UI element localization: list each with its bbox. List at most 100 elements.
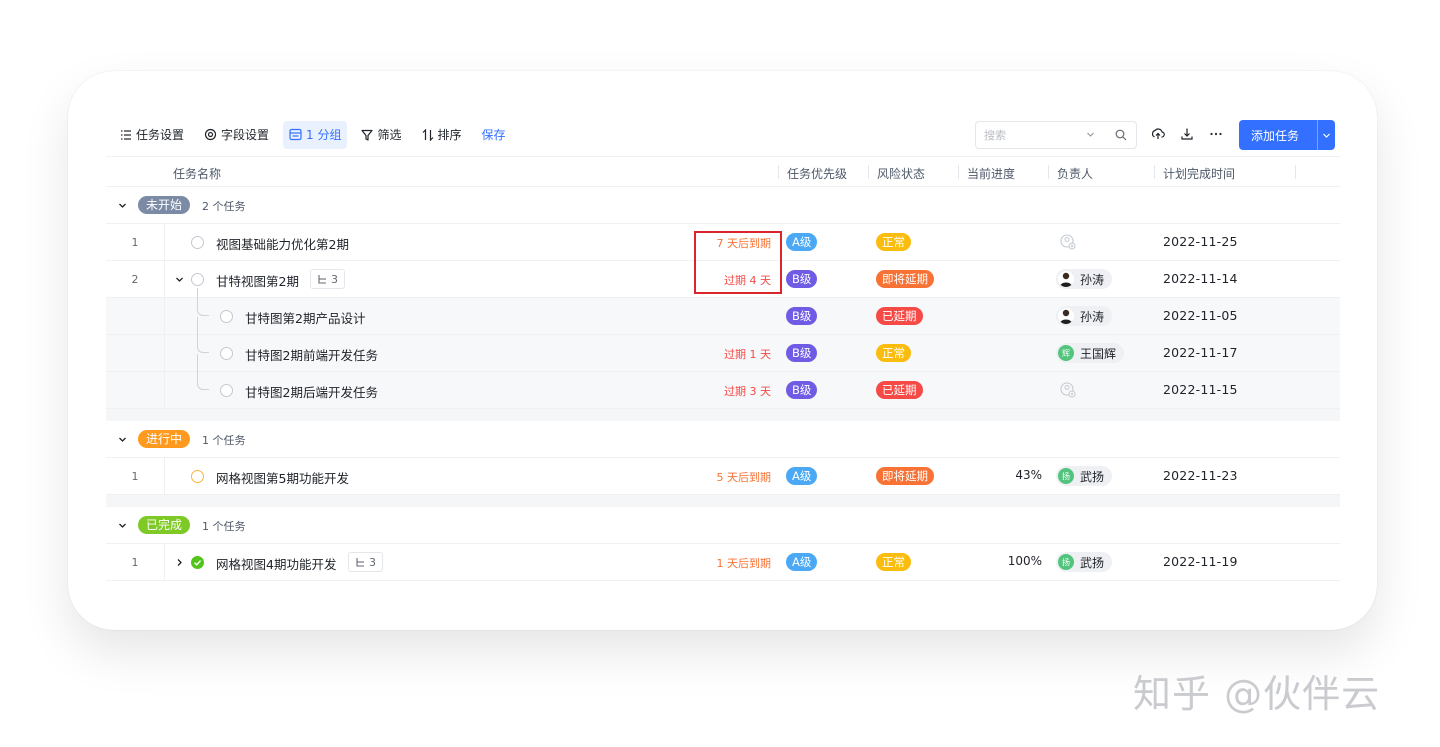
task-name[interactable]: 甘特图2期前端开发任务 (245, 345, 378, 364)
owner-chip[interactable]: 孙涛 (1056, 269, 1113, 289)
chevron-down-icon[interactable] (1086, 130, 1095, 139)
subtask-count[interactable]: 3 (348, 552, 383, 572)
assign-owner-icon[interactable] (1060, 234, 1076, 250)
status-circle-icon[interactable] (191, 273, 204, 286)
status-circle-icon[interactable] (191, 236, 204, 249)
task-name[interactable]: 视图基础能力优化第2期 (216, 234, 349, 253)
priority-badge[interactable]: B级 (786, 307, 818, 325)
gear-icon (204, 128, 217, 141)
group-header-completed[interactable]: 已完成 1 个任务 (106, 507, 1340, 544)
search-icon[interactable] (1115, 129, 1127, 141)
table-row[interactable]: 1 网格视图第5期功能开发 5 天后到期 A级 即将延期 43% 扬 武扬 20… (106, 458, 1340, 495)
group-header-in-progress[interactable]: 进行中 1 个任务 (106, 421, 1340, 458)
task-name[interactable]: 甘特图第2期产品设计 (245, 308, 365, 327)
task-table-view: 任务设置 字段设置 1 分组 筛选 排序 保存 搜索 添加任务 任务名称 任务优… (106, 113, 1340, 588)
risk-badge[interactable]: 已延期 (876, 381, 923, 399)
status-circle-icon[interactable] (220, 347, 233, 360)
owner-chip[interactable]: 辉 王国辉 (1056, 343, 1125, 363)
task-settings-button[interactable]: 任务设置 (114, 121, 190, 149)
priority-badge[interactable]: A级 (786, 233, 818, 251)
search-input[interactable]: 搜索 (975, 121, 1137, 149)
row-index: 1 (106, 224, 165, 260)
subtask-count-value: 3 (369, 555, 376, 569)
due-hint: 过期 3 天 (724, 385, 771, 398)
risk-badge[interactable]: 即将延期 (876, 467, 934, 485)
group-count: 2 个任务 (202, 200, 246, 213)
more-icon[interactable] (1209, 127, 1223, 141)
table-row[interactable]: 甘特图2期后端开发任务 过期 3 天 B级 已延期 2022-11-15 (106, 354, 1340, 409)
task-name[interactable]: 甘特视图第2期 (216, 271, 299, 290)
risk-badge[interactable]: 正常 (876, 344, 911, 362)
group-spacer (106, 495, 1340, 507)
task-name[interactable]: 网格视图4期功能开发 (216, 554, 336, 573)
chevron-right-icon[interactable] (175, 558, 184, 567)
column-header-progress[interactable]: 当前进度 (967, 165, 1015, 182)
owner-name: 武扬 (1080, 469, 1105, 484)
status-circle-icon[interactable] (191, 470, 204, 483)
column-divider (1048, 165, 1049, 179)
field-settings-button[interactable]: 字段设置 (198, 121, 275, 149)
chevron-down-icon[interactable] (118, 435, 127, 444)
add-task-dropdown[interactable] (1318, 131, 1335, 140)
owner-name: 王国辉 (1080, 346, 1117, 361)
column-header-risk[interactable]: 风险状态 (877, 165, 925, 182)
owner-chip[interactable]: 扬 武扬 (1056, 466, 1113, 486)
upload-icon[interactable] (1151, 127, 1165, 141)
tree-connector (197, 317, 209, 353)
watermark: 知乎 @伙伴云 (1133, 672, 1381, 716)
group-icon (289, 128, 302, 141)
column-header-owner[interactable]: 负责人 (1057, 165, 1093, 182)
chevron-down-icon[interactable] (118, 521, 127, 530)
group-tag: 已完成 (138, 516, 191, 534)
chevron-down-icon[interactable] (118, 201, 127, 210)
column-header-priority[interactable]: 任务优先级 (787, 165, 847, 182)
column-header-name[interactable]: 任务名称 (173, 165, 221, 182)
group-button[interactable]: 1 分组 (283, 120, 348, 149)
owner-chip[interactable]: 扬 武扬 (1056, 552, 1113, 572)
field-settings-label: 字段设置 (221, 128, 270, 142)
progress-value: 100% (1007, 554, 1042, 568)
risk-badge[interactable]: 正常 (876, 553, 911, 571)
chevron-down-icon[interactable] (175, 275, 184, 284)
sort-icon (422, 128, 433, 141)
column-divider (1154, 165, 1155, 179)
status-circle-icon[interactable] (220, 310, 233, 323)
row-index (106, 372, 165, 408)
avatar: 辉 (1058, 345, 1074, 361)
owner-chip[interactable]: 孙涛 (1056, 306, 1113, 326)
toolbar: 任务设置 字段设置 1 分组 筛选 排序 保存 搜索 添加任务 (106, 113, 1340, 157)
filter-label: 筛选 (377, 128, 402, 142)
chevron-down-icon (1323, 133, 1330, 138)
avatar (1058, 308, 1074, 324)
group-tag: 未开始 (138, 196, 191, 214)
priority-badge[interactable]: B级 (786, 381, 818, 399)
priority-badge[interactable]: A级 (786, 467, 818, 485)
subtask-count[interactable]: 3 (310, 269, 345, 289)
sort-button[interactable]: 排序 (416, 121, 468, 149)
owner-name: 孙涛 (1080, 272, 1105, 287)
table-row[interactable]: 甘特图第2期产品设计 B级 已延期 孙涛 2022-11-05 (106, 288, 1340, 335)
status-circle-icon[interactable] (220, 384, 233, 397)
task-name[interactable]: 网格视图第5期功能开发 (216, 468, 349, 487)
check-circle-icon[interactable] (191, 556, 204, 569)
table-header: 任务名称 任务优先级 风险状态 当前进度 负责人 计划完成时间 (106, 157, 1340, 187)
save-button[interactable]: 保存 (476, 121, 512, 149)
table-row[interactable]: 1 网格视图4期功能开发 3 1 天后到期 A级 正常 100% 扬 武扬 20… (106, 544, 1340, 581)
table-row[interactable]: 甘特图2期前端开发任务 过期 1 天 B级 正常 辉 王国辉 2022-11-1… (106, 317, 1340, 372)
risk-badge[interactable]: 即将延期 (876, 270, 934, 288)
priority-badge[interactable]: B级 (786, 344, 818, 362)
avatar (1058, 271, 1074, 287)
column-divider (868, 165, 869, 179)
filter-button[interactable]: 筛选 (355, 121, 407, 149)
task-name[interactable]: 甘特图2期后端开发任务 (245, 382, 378, 401)
group-header-not-started[interactable]: 未开始 2 个任务 (106, 187, 1340, 224)
risk-badge[interactable]: 正常 (876, 233, 911, 251)
due-date: 2022-11-25 (1163, 234, 1238, 249)
download-icon[interactable] (1180, 127, 1194, 141)
risk-badge[interactable]: 已延期 (876, 307, 923, 325)
priority-badge[interactable]: A级 (786, 553, 818, 571)
column-header-due-date[interactable]: 计划完成时间 (1163, 165, 1235, 182)
priority-badge[interactable]: B级 (786, 270, 818, 288)
assign-owner-icon[interactable] (1060, 382, 1076, 398)
add-task-button[interactable]: 添加任务 (1239, 120, 1335, 150)
